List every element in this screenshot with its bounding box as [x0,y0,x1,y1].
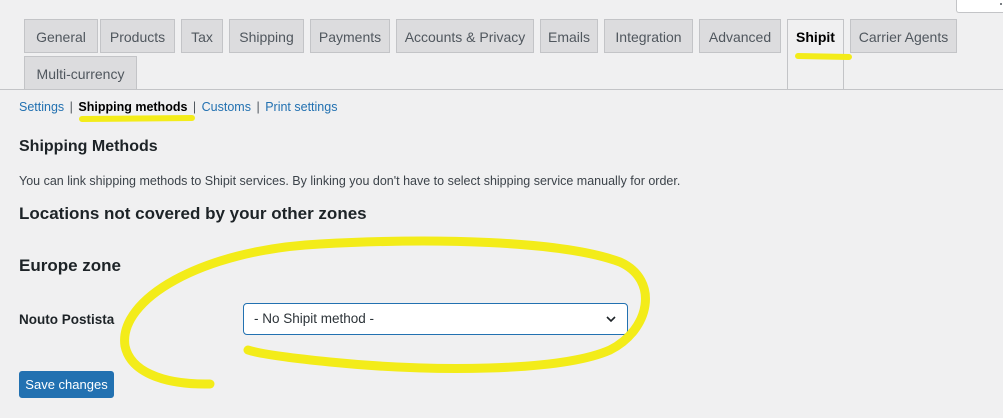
subnav-separator: | [69,100,73,114]
subnav-print-settings-link[interactable]: Print settings [265,100,337,114]
tab-payments[interactable]: Payments [310,19,390,53]
tab-general[interactable]: General [24,19,98,53]
tab-products[interactable]: Products [100,19,175,53]
tab-advanced[interactable]: Advanced [699,19,781,53]
subnav-separator: | [192,100,197,114]
section-title: Shipping Methods [19,138,158,155]
settings-tabs: General Products Tax Shipping Payments A… [0,0,1003,90]
tabs-divider [0,89,1003,90]
tab-tax[interactable]: Tax [181,19,223,53]
tab-integration[interactable]: Integration [604,19,693,53]
save-changes-button[interactable]: Save changes [19,371,114,398]
highlight-underline-shipping-methods [79,115,195,122]
section-description: You can link shipping methods to Shipit … [19,174,681,188]
zone-title-other-locations: Locations not covered by your other zone… [19,204,367,223]
subnav-separator: | [256,100,260,114]
tab-shipit[interactable]: Shipit [787,19,844,90]
tab-emails[interactable]: Emails [540,19,598,53]
subnav-customs-link[interactable]: Customs [202,100,251,114]
tab-multi-currency[interactable]: Multi-currency [24,56,137,90]
sub-navigation: Settings | Shipping methods | Customs | … [19,100,337,114]
tab-accounts-privacy[interactable]: Accounts & Privacy [396,19,534,53]
chevron-down-icon [606,316,616,323]
tab-shipping[interactable]: Shipping [229,19,304,53]
tab-carrier-agents[interactable]: Carrier Agents [850,19,957,53]
shipping-method-label: Nouto Postista [19,312,115,327]
zone-title-europe: Europe zone [19,256,122,275]
subnav-shipping-methods-current: Shipping methods [78,100,188,114]
shipit-method-select[interactable]: - No Shipit method - [243,303,628,335]
subnav-settings-link[interactable]: Settings [19,100,64,114]
select-value: - No Shipit method - [254,311,375,326]
